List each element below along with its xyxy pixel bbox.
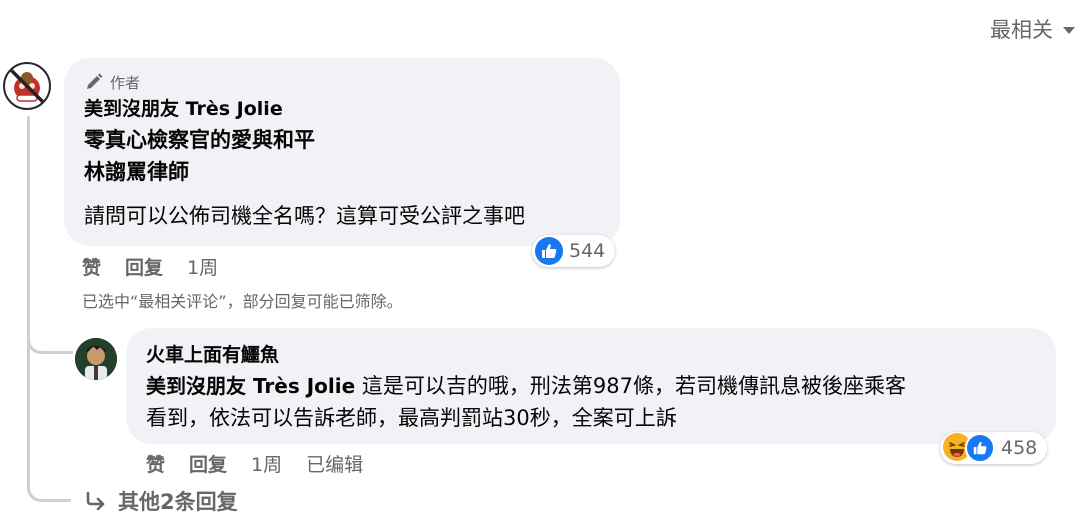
- comment-author-name[interactable]: 美到沒朋友 Très Jolie: [84, 94, 600, 124]
- avatar[interactable]: [75, 338, 117, 380]
- reaction-count: 544: [569, 240, 606, 262]
- view-more-replies-button[interactable]: 其他2条回复: [84, 486, 238, 516]
- reply-arrow-icon: [86, 491, 105, 511]
- reaction-summary[interactable]: 458: [940, 432, 1048, 464]
- like-button[interactable]: 赞: [146, 450, 165, 477]
- reply-text: 這是可以吉的哦，刑法第987條，若司機傳訊息被後座乘客: [361, 374, 906, 398]
- reply-actions: 赞 回复 1周 已编辑: [146, 450, 363, 477]
- author-badge: 作者: [84, 70, 600, 94]
- comment-timestamp[interactable]: 1周: [187, 253, 218, 280]
- reply-text-line-1: 美到沒朋友 Très Jolie 這是可以吉的哦，刑法第987條，若司機傳訊息被…: [146, 370, 1036, 402]
- reaction-count: 458: [1001, 437, 1038, 459]
- edited-label: 已编辑: [306, 454, 364, 476]
- like-icon: [535, 237, 563, 265]
- thread-connector: [27, 472, 71, 502]
- comment-text: 請問可以公佈司機全名嗎？這算可受公評之事吧: [84, 204, 525, 228]
- mention-tag[interactable]: 零真心檢察官的愛與和平: [84, 124, 600, 156]
- reply-button[interactable]: 回复: [189, 450, 227, 477]
- more-replies-label: 其他2条回复: [118, 490, 238, 514]
- author-badge-label: 作者: [110, 73, 141, 92]
- mention-tag[interactable]: 林謅罵律師: [84, 156, 600, 188]
- like-icon: [965, 433, 995, 463]
- chevron-down-icon: [1063, 26, 1075, 34]
- avatar[interactable]: [3, 62, 51, 110]
- reaction-summary[interactable]: 544: [532, 235, 616, 267]
- sort-label: 最相关: [990, 18, 1053, 42]
- reply-text-line-2: 看到，依法可以告訴老師，最高判罰站30秒，全案可上訴: [146, 406, 677, 430]
- comment-actions: 赞 回复 1周: [82, 253, 218, 280]
- filtered-replies-note: 已选中“最相关评论”，部分回复可能已筛除。: [82, 292, 403, 311]
- reply-bubble: 火車上面有鱷魚 美到沒朋友 Très Jolie 這是可以吉的哦，刑法第987條…: [126, 328, 1056, 444]
- reply-button[interactable]: 回复: [125, 253, 163, 280]
- reply-author-name[interactable]: 火車上面有鱷魚: [146, 340, 1036, 370]
- reply-timestamp[interactable]: 1周: [251, 450, 282, 477]
- like-button[interactable]: 赞: [82, 253, 101, 280]
- sort-dropdown[interactable]: 最相关: [990, 14, 1075, 44]
- pencil-icon: [87, 73, 103, 89]
- thread-connector: [27, 326, 73, 354]
- comment-bubble: 作者 美到沒朋友 Très Jolie 零真心檢察官的愛與和平 林謅罵律師 請問…: [64, 58, 620, 246]
- mention-tag[interactable]: 美到沒朋友 Très Jolie: [146, 374, 355, 398]
- thread-line: [27, 116, 30, 481]
